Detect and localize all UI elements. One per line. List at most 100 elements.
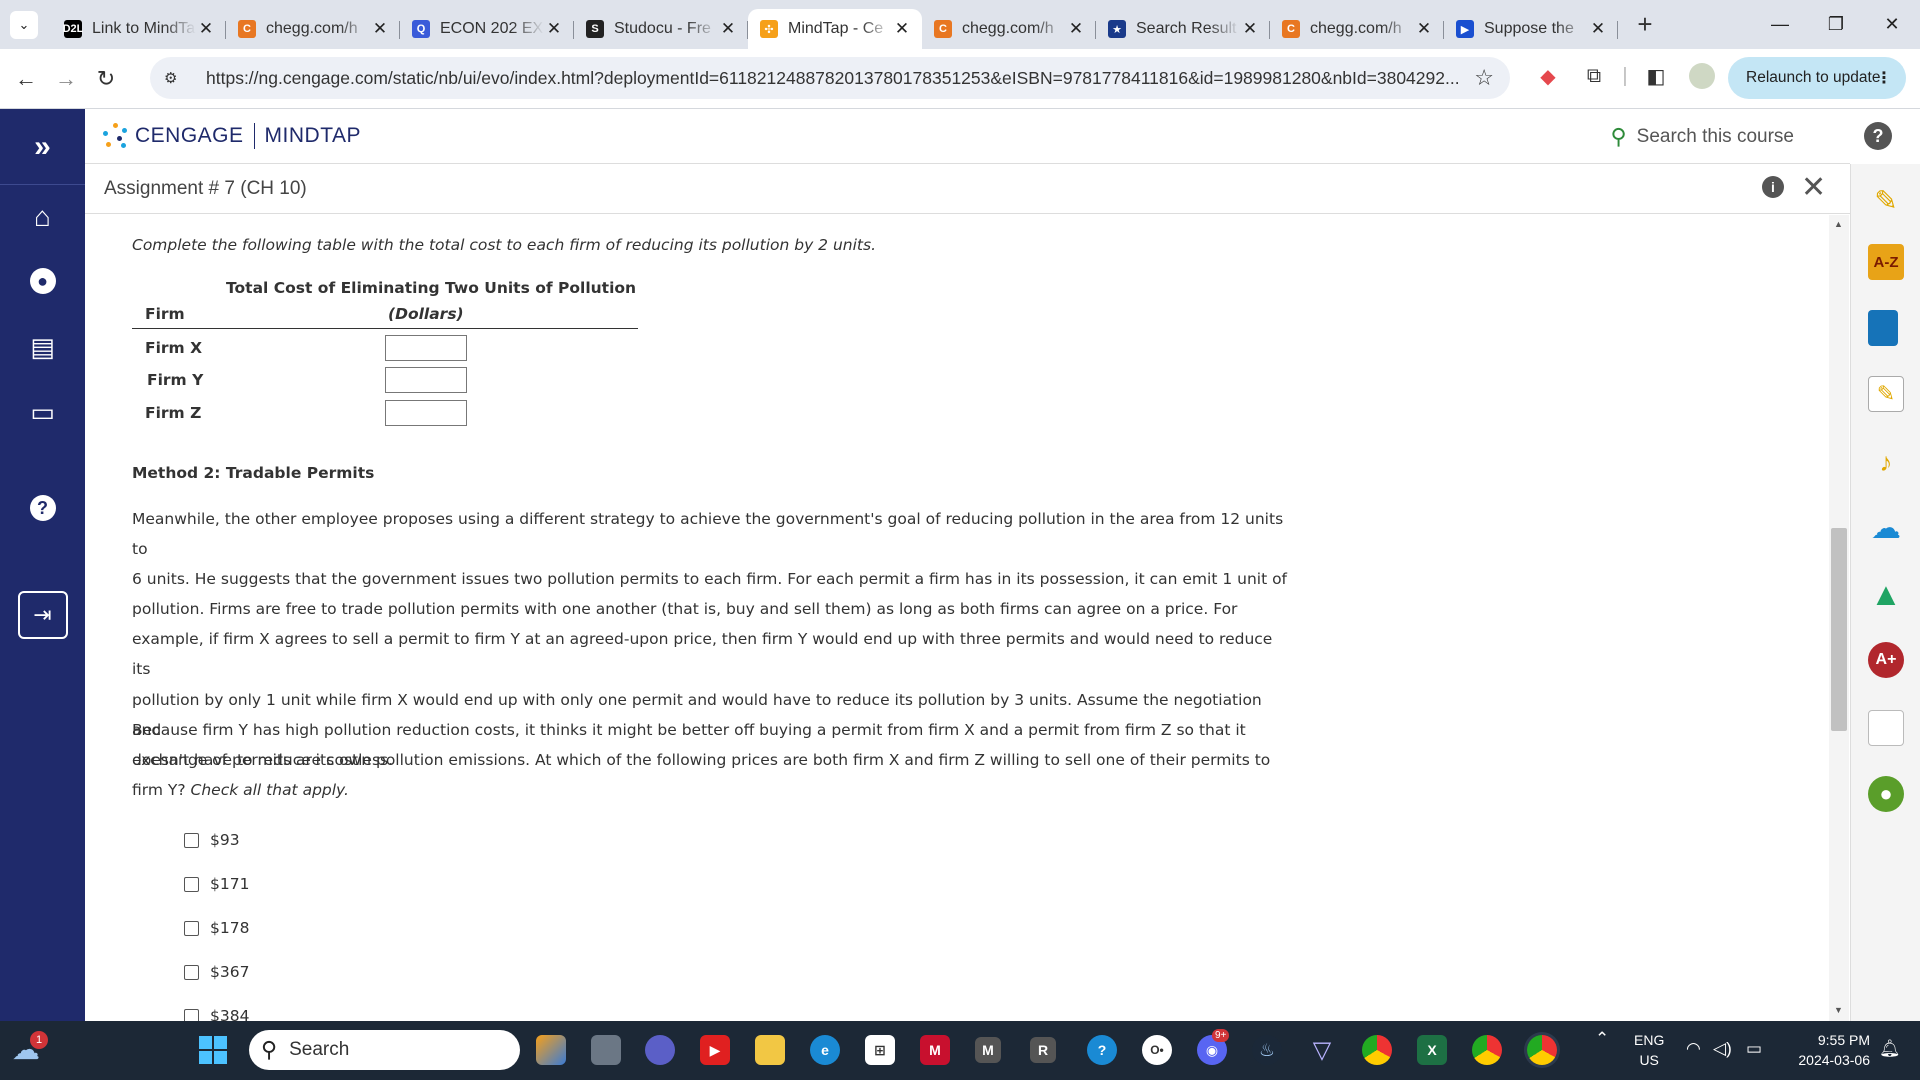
windows-start-icon[interactable] [199, 1036, 227, 1064]
profile-circle-icon[interactable]: ● [1868, 776, 1904, 812]
chrome-profile-icon[interactable] [1362, 1035, 1392, 1065]
ebook-icon[interactable] [1868, 310, 1898, 346]
relaunch-to-update-button[interactable]: Relaunch to update ⋮ [1728, 57, 1906, 99]
checkbox[interactable] [184, 1008, 199, 1021]
option-checkbox[interactable]: $384 [184, 1007, 249, 1021]
aplus-icon[interactable]: A+ [1868, 642, 1904, 678]
kebab-menu-icon[interactable]: ⋮ [1876, 68, 1892, 88]
teams-chat-icon[interactable] [645, 1035, 675, 1065]
close-tab-icon[interactable]: ✕ [544, 19, 564, 39]
home-icon[interactable]: ⌂ [0, 201, 85, 233]
courses-icon[interactable]: ▭ [0, 397, 85, 428]
extensions-puzzle-icon[interactable]: ⧉ [1571, 65, 1617, 88]
scroll-up-arrow-icon[interactable]: ▲ [1834, 219, 1843, 229]
cengage-mindtap-logo[interactable]: CENGAGE MINDTAP [103, 123, 361, 149]
option-checkbox[interactable]: $367 [184, 963, 249, 981]
close-tab-icon[interactable]: ✕ [892, 19, 912, 39]
checkbox[interactable] [184, 920, 199, 936]
browser-tab[interactable]: Cchegg.com/h ✕ [226, 9, 400, 49]
notification-bell-icon[interactable]: 🔔︎ [1879, 1039, 1901, 1059]
close-tab-icon[interactable]: ✕ [1588, 19, 1608, 39]
side-panel-icon[interactable]: ◧ [1633, 64, 1679, 89]
checkbox[interactable] [184, 876, 199, 892]
close-assignment-icon[interactable]: ✕ [1801, 170, 1826, 205]
browser-tab[interactable]: ▶ Suppose the ✕ [1444, 9, 1618, 49]
profile-avatar[interactable] [1679, 63, 1725, 89]
checkbox[interactable] [184, 964, 199, 980]
close-tab-icon[interactable]: ✕ [196, 19, 216, 39]
restore-icon[interactable]: ❐ [1808, 0, 1864, 49]
checkbox[interactable] [184, 832, 199, 848]
reload-icon[interactable]: ↻ [86, 66, 126, 92]
youtube-icon[interactable]: ▶ [700, 1035, 730, 1065]
mcafee-icon[interactable]: M [920, 1035, 950, 1065]
task-view-icon[interactable] [591, 1035, 621, 1065]
show-hidden-icons-chevron-icon[interactable]: ⌃ [1595, 1029, 1609, 1049]
browser-tab[interactable]: Cchegg.com/h ✕ [1270, 9, 1444, 49]
browser-tab[interactable]: Q ECON 202 EX ✕ [400, 9, 574, 49]
account-icon[interactable]: ● [0, 268, 85, 294]
taskbar-search[interactable]: ⚲ Search [249, 1030, 520, 1070]
app-r-icon[interactable]: R [1030, 1037, 1056, 1063]
proton-vpn-icon[interactable]: ▽ [1307, 1035, 1337, 1065]
file-explorer-icon[interactable] [755, 1035, 785, 1065]
notepad-icon[interactable]: ✎ [1868, 376, 1904, 412]
course-search[interactable]: ⚲ Search this course [1611, 124, 1794, 150]
battery-icon[interactable]: ▭ [1746, 1039, 1762, 1059]
close-tab-icon[interactable]: ✕ [1240, 19, 1260, 39]
firm-x-cost-input[interactable] [385, 335, 467, 361]
close-tab-icon[interactable]: ✕ [370, 19, 390, 39]
microsoft-store-icon[interactable]: ⊞ [865, 1035, 895, 1065]
google-drive-icon[interactable]: ▲ [1868, 576, 1904, 612]
wifi-icon[interactable]: ◠ [1686, 1039, 1701, 1059]
back-arrow-icon[interactable]: ← [6, 66, 46, 92]
input-language[interactable]: ENG US [1634, 1030, 1664, 1070]
extension-icon[interactable]: ◆ [1525, 64, 1571, 89]
bookmark-star-icon[interactable]: ☆ [1474, 65, 1494, 91]
firm-y-cost-input[interactable] [385, 367, 467, 393]
app-toggle-icon[interactable]: O• [1142, 1035, 1172, 1065]
exit-icon[interactable]: ⇥ [0, 591, 85, 639]
option-checkbox[interactable]: $178 [184, 919, 249, 937]
onedrive-cloud-icon[interactable]: ☁ [1868, 510, 1904, 546]
edge-icon[interactable]: e [810, 1035, 840, 1065]
url-text[interactable]: https://ng.cengage.com/static/nb/ui/evo/… [206, 68, 1496, 89]
tab-search-menu-button[interactable]: ⌄ [10, 10, 38, 39]
browser-tab[interactable]: Cchegg.com/h ✕ [922, 9, 1096, 49]
browser-tab[interactable]: S Studocu - Fre ✕ [574, 9, 748, 49]
scrollbar-thumb[interactable] [1831, 528, 1847, 731]
flashcards-icon[interactable] [1868, 710, 1904, 746]
site-settings-icon[interactable]: ⚙ [164, 69, 186, 87]
new-tab-button[interactable]: + [1630, 9, 1660, 40]
steam-icon[interactable]: ♨ [1252, 1035, 1282, 1065]
system-clock[interactable]: 9:55 PM 2024-03-06 [1786, 1030, 1870, 1070]
option-checkbox[interactable]: $171 [184, 875, 249, 893]
firm-z-cost-input[interactable] [385, 400, 467, 426]
close-tab-icon[interactable]: ✕ [718, 19, 738, 39]
forward-arrow-icon[interactable]: → [46, 66, 86, 92]
scroll-down-arrow-icon[interactable]: ▼ [1834, 1005, 1843, 1015]
option-checkbox[interactable]: $93 [184, 831, 240, 849]
content-scrollbar[interactable]: ▲ ▼ [1829, 215, 1849, 1021]
course-search-placeholder[interactable]: Search this course [1637, 126, 1794, 148]
browser-tab[interactable]: ★ Search Result ✕ [1096, 9, 1270, 49]
app-m-icon[interactable]: M [975, 1037, 1001, 1063]
widgets-icon[interactable] [536, 1035, 566, 1065]
chrome-profile-icon[interactable] [1472, 1035, 1502, 1065]
help-icon[interactable]: ? [0, 495, 85, 521]
volume-icon[interactable]: ◁) [1713, 1039, 1732, 1059]
expand-nav-icon[interactable]: » [0, 109, 85, 185]
minimize-icon[interactable]: — [1752, 0, 1808, 49]
help-circle-icon[interactable]: ? [1864, 122, 1892, 150]
address-bar[interactable]: ⚙ https://ng.cengage.com/static/nb/ui/ev… [150, 57, 1510, 99]
browser-tab[interactable]: ✣ MindTap - Ce ✕ [748, 9, 922, 49]
excel-icon[interactable]: X [1417, 1035, 1447, 1065]
info-icon[interactable]: i [1762, 176, 1784, 198]
notes-pencil-icon[interactable]: ✎ [1868, 182, 1904, 218]
close-tab-icon[interactable]: ✕ [1414, 19, 1434, 39]
close-tab-icon[interactable]: ✕ [1066, 19, 1086, 39]
readspeaker-icon[interactable]: ♪ [1868, 444, 1904, 480]
chrome-active-icon[interactable] [1527, 1035, 1557, 1065]
gradebook-icon[interactable]: ▤ [0, 332, 85, 363]
close-window-icon[interactable]: ✕ [1864, 0, 1920, 49]
